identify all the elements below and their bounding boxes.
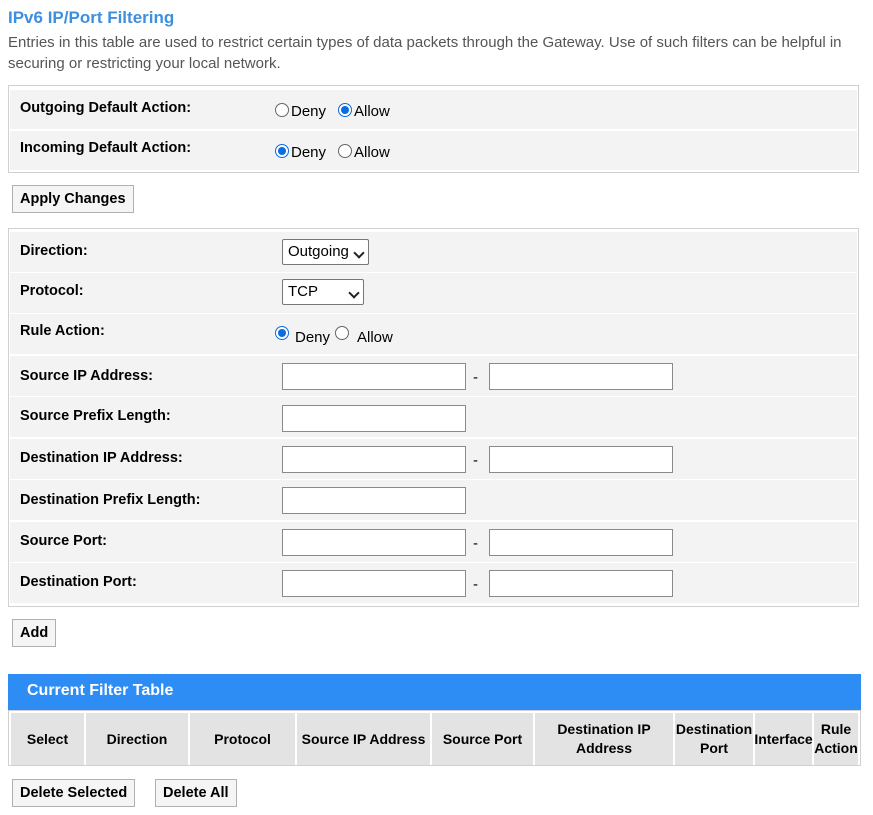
rule-action-row: Rule Action: Deny Allow [10,314,857,354]
outgoing-allow-radio[interactable] [338,103,352,117]
page-title: IPv6 IP/Port Filtering [8,8,175,27]
column-header-source-port: Source Port [432,713,533,765]
column-header-rule-action: Rule Action [814,713,858,765]
page-description: Entries in this table are used to restri… [8,34,842,72]
delete-all-button[interactable]: Delete All [155,779,237,807]
protocol-label: Protocol: [20,283,84,299]
incoming-allow-radio[interactable] [338,144,352,158]
column-header-interface: Interface [754,713,813,765]
source-port-label: Source Port: [20,533,108,549]
incoming-default-row: Incoming Default Action: Deny Allow [10,131,857,170]
destination-ip-start-input[interactable] [282,446,466,473]
protocol-select[interactable]: TCP [282,279,364,305]
range-separator: - [473,535,478,552]
destination-ip-row: Destination IP Address: - [10,439,857,479]
source-ip-label: Source IP Address: [20,368,153,384]
column-header-select: Select [11,713,84,765]
incoming-deny-radio[interactable] [275,144,289,158]
destination-port-start-input[interactable] [282,570,466,597]
source-port-start-input[interactable] [282,529,466,556]
direction-label: Direction: [20,243,88,259]
filter-table-header: Current Filter Table [8,674,861,710]
rule-entry-panel: Direction: Outgoing Protocol: TCP Rule A… [8,228,859,607]
destination-ip-end-input[interactable] [489,446,673,473]
outgoing-allow-label[interactable]: Allow [354,103,390,120]
rule-action-deny-radio[interactable] [275,326,289,340]
range-separator: - [473,452,478,469]
column-header-protocol: Protocol [190,713,295,765]
add-button[interactable]: Add [12,619,57,647]
destination-port-row: Destination Port: - [10,563,857,603]
destination-port-label: Destination Port: [20,574,137,590]
source-ip-start-input[interactable] [282,363,466,390]
destination-ip-label: Destination IP Address: [20,450,183,466]
destination-prefix-row: Destination Prefix Length: [10,480,857,520]
column-header-destination-port: Destination Port [675,713,753,765]
rule-action-deny-label[interactable]: Deny [295,329,330,346]
outgoing-default-row: Outgoing Default Action: Deny Allow [10,90,857,129]
filter-table-title: Current Filter Table [27,682,174,699]
incoming-default-label: Incoming Default Action: [20,140,192,156]
incoming-allow-label[interactable]: Allow [354,144,390,161]
rule-action-label: Rule Action: [20,323,105,339]
direction-select[interactable]: Outgoing [282,239,369,265]
chevron-down-icon [353,247,365,259]
rule-action-allow-label[interactable]: Allow [357,329,393,346]
source-port-end-input[interactable] [489,529,673,556]
source-ip-end-input[interactable] [489,363,673,390]
source-ip-row: Source IP Address: - [10,356,857,396]
destination-port-end-input[interactable] [489,570,673,597]
direction-row: Direction: Outgoing [10,232,857,272]
default-actions-panel: Outgoing Default Action: Deny Allow Inco… [8,85,859,173]
protocol-value: TCP [288,283,318,300]
protocol-row: Protocol: TCP [10,273,857,313]
source-prefix-row: Source Prefix Length: [10,397,857,437]
source-prefix-label: Source Prefix Length: [20,408,171,424]
range-separator: - [473,369,478,386]
source-prefix-input[interactable] [282,405,466,432]
incoming-deny-label[interactable]: Deny [291,144,326,161]
chevron-down-icon [348,287,360,299]
direction-value: Outgoing [288,243,349,260]
column-header-source-ip: Source IP Address [297,713,430,765]
source-port-row: Source Port: - [10,522,857,562]
range-separator: - [473,576,478,593]
column-header-direction: Direction [86,713,188,765]
delete-selected-button[interactable]: Delete Selected [12,779,136,807]
column-header-destination-ip: Destination IP Address [535,713,673,765]
rule-action-allow-radio[interactable] [335,326,349,340]
apply-changes-button[interactable]: Apply Changes [12,185,134,213]
destination-prefix-input[interactable] [282,487,466,514]
filter-table: Select Direction Protocol Source IP Addr… [8,710,861,766]
outgoing-deny-radio[interactable] [275,103,289,117]
outgoing-deny-label[interactable]: Deny [291,103,326,120]
outgoing-default-label: Outgoing Default Action: [20,100,192,116]
destination-prefix-label: Destination Prefix Length: [20,492,201,508]
